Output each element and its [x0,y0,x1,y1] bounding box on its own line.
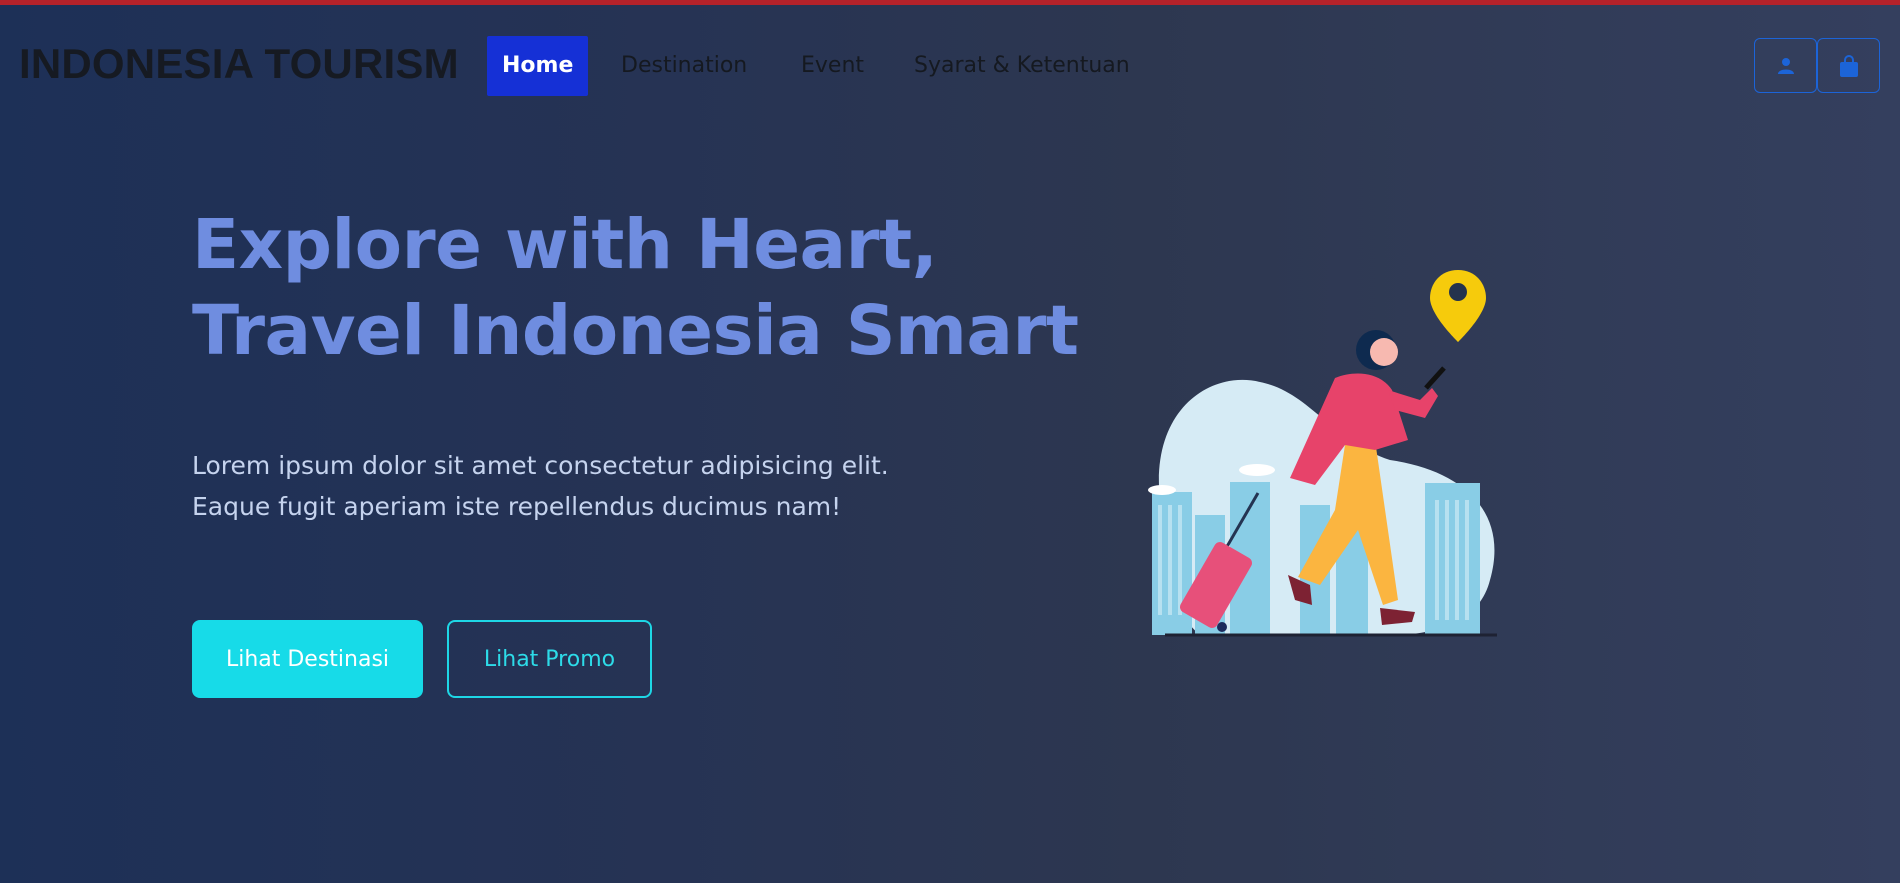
hero-headline-line-1: Explore with Heart, [192,205,938,285]
face [1370,338,1398,366]
account-button[interactable] [1754,38,1817,93]
nav-link-syarat-ketentuan[interactable]: Syarat & Ketentuan [914,36,1130,96]
location-pin-dot [1449,283,1467,301]
site-brand[interactable]: INDONESIA TOURISM [19,40,459,88]
hero-lead-text: Lorem ipsum dolor sit amet consectetur a… [192,451,889,521]
shopping-bag-icon [1839,54,1858,77]
user-icon [1777,57,1794,74]
nav-link-event[interactable]: Event [801,36,864,96]
cart-button[interactable] [1817,38,1880,93]
cloud [1148,485,1176,495]
phone [1424,366,1446,390]
hero-headline: Explore with Heart, Travel Indonesia Sma… [192,202,1079,374]
nav-link-home[interactable]: Home [487,36,589,96]
lihat-destinasi-button[interactable]: Lihat Destinasi [192,620,423,698]
hero-headline-line-2: Travel Indonesia Smart [192,291,1079,371]
nav-link-destination[interactable]: Destination [621,36,747,96]
location-pin-icon [1430,270,1486,342]
suitcase-wheel [1217,622,1227,632]
lihat-promo-button[interactable]: Lihat Promo [447,620,652,698]
traveler-illustration [1148,270,1497,637]
browser-top-edge [0,0,1900,5]
cloud [1239,464,1275,476]
